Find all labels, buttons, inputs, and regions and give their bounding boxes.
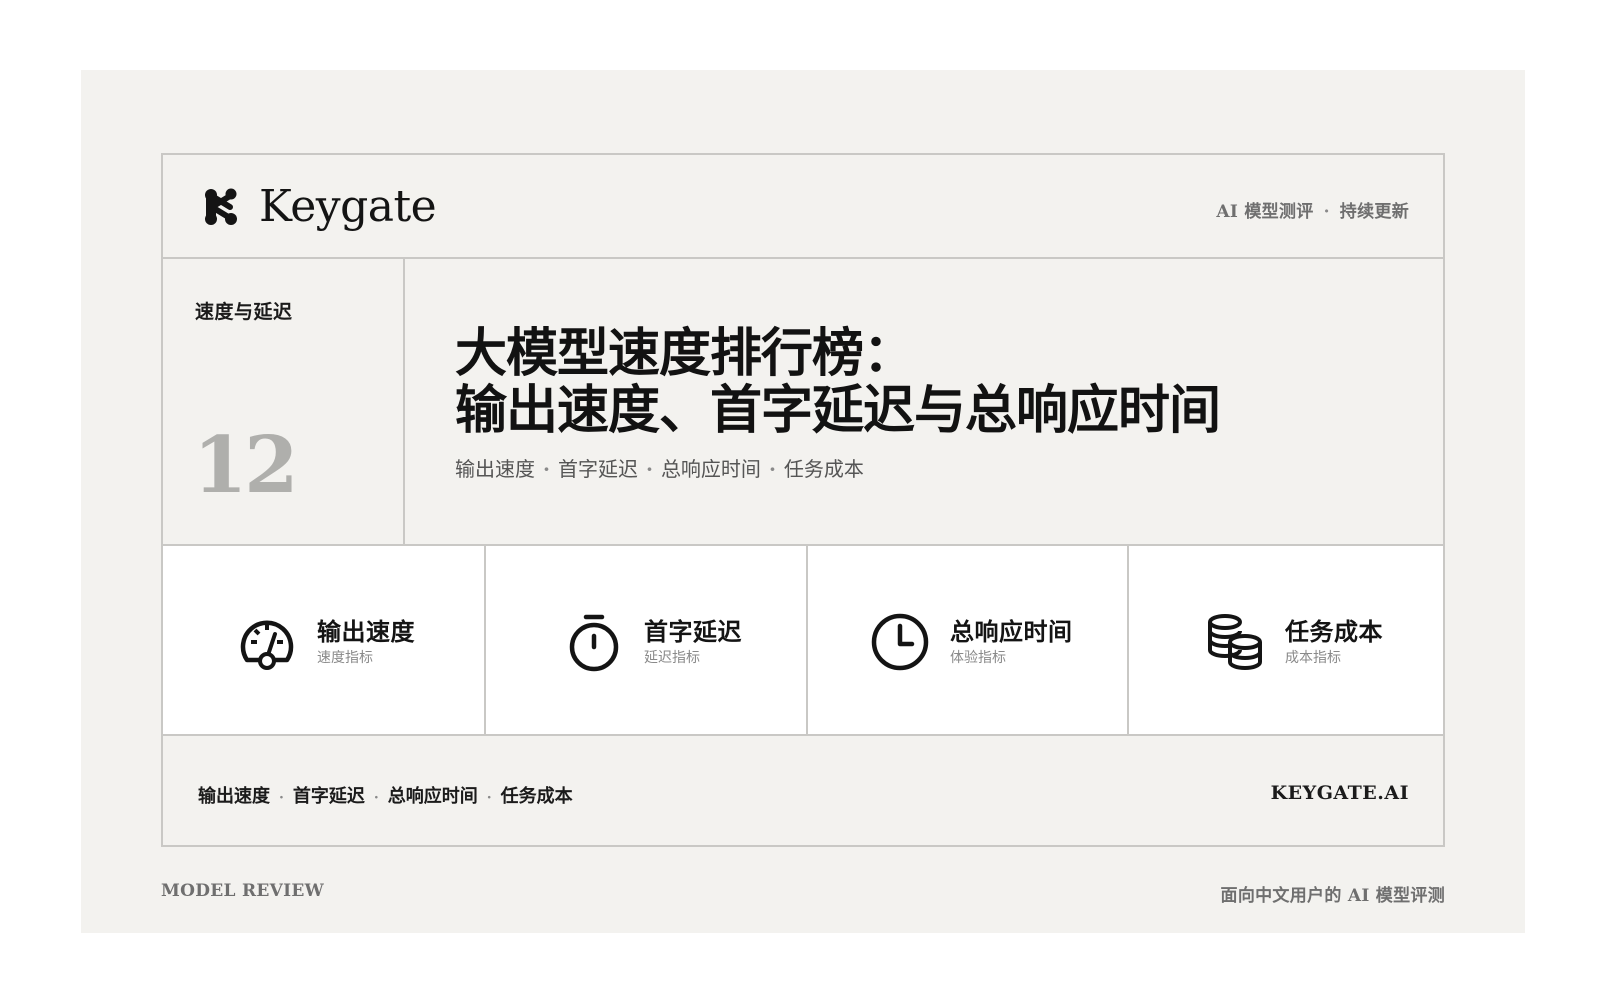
coins-icon	[1208, 614, 1262, 670]
speedometer-icon	[240, 620, 294, 670]
metric-title: 总响应时间	[950, 617, 1073, 646]
separator-dot: ·	[645, 457, 653, 481]
subtitle-item: 任务成本	[783, 457, 864, 481]
metric-card-output-speed[interactable]: 输出速度 速度指标	[163, 546, 486, 734]
section-index-panel: 速度与延迟 12	[163, 259, 405, 544]
poster-canvas: Keygate AI 模型测评 · 持续更新 速度与延迟 12 大模型速度排行榜： …	[81, 70, 1525, 933]
outer-footer-label: MODEL REVIEW	[161, 881, 325, 901]
separator-dot: ·	[543, 457, 550, 481]
page-title: 大模型速度排行榜： 输出速度、首字延迟与总响应时间	[455, 323, 1221, 441]
metric-subtitle: 体验指标	[950, 650, 1006, 666]
metric-subtitle: 成本指标	[1285, 650, 1341, 666]
title-line-1: 大模型速度排行榜：	[455, 323, 915, 384]
footer-tag: 输出速度	[198, 786, 270, 807]
content-card: Keygate AI 模型测评 · 持续更新 速度与延迟 12 大模型速度排行榜： …	[161, 153, 1445, 847]
section-number: 12	[193, 420, 299, 511]
separator-dot: ·	[1323, 202, 1330, 222]
subtitle-item: 总响应时间	[660, 457, 761, 481]
card-header: Keygate AI 模型测评 · 持续更新	[163, 155, 1443, 259]
subtitle-item: 首字延迟	[557, 457, 638, 481]
metric-title: 任务成本	[1285, 617, 1383, 646]
header-meta-item: AI 模型测评	[1216, 202, 1314, 222]
footer-tag: 首字延迟	[292, 786, 365, 807]
separator-dot: ·	[373, 790, 379, 806]
brand-name: Keygate	[259, 181, 437, 232]
metrics-row: 输出速度 速度指标 首字延迟 延迟指标 总响应时间 体验指标 任务成本 成本指标	[163, 546, 1443, 736]
site-link[interactable]: KEYGATE.AI	[1271, 782, 1409, 804]
outer-footer-tagline: 面向中文用户的 AI 模型评测	[1220, 886, 1445, 906]
header-meta: AI 模型测评 · 持续更新	[1216, 197, 1409, 222]
separator-dot: ·	[768, 457, 776, 481]
keygate-logo-icon	[205, 188, 237, 225]
footer-tag: 总响应时间	[387, 786, 478, 807]
separator-dot: ·	[279, 790, 284, 806]
metric-title: 输出速度	[317, 617, 415, 646]
stopwatch-icon	[569, 614, 619, 672]
hero-section: 速度与延迟 12 大模型速度排行榜： 输出速度、首字延迟与总响应时间 输出速度 ·…	[163, 259, 1443, 546]
hero-panel: 大模型速度排行榜： 输出速度、首字延迟与总响应时间 输出速度 · 首字延迟 · 总响应时…	[407, 259, 1443, 544]
metric-card-total-response-time[interactable]: 总响应时间 体验指标	[808, 546, 1129, 734]
section-tag: 速度与延迟	[195, 301, 293, 323]
metric-subtitle: 速度指标	[317, 650, 373, 666]
header-meta-item: 持续更新	[1339, 202, 1409, 222]
metric-card-task-cost[interactable]: 任务成本 成本指标	[1129, 546, 1443, 734]
title-line-2: 输出速度、首字延迟与总响应时间	[455, 380, 1221, 441]
clock-icon	[871, 613, 929, 671]
subtitle-item: 输出速度	[455, 457, 535, 481]
separator-dot: ·	[486, 790, 492, 806]
card-footer: 输出速度 · 首字延迟 · 总响应时间 · 任务成本 KEYGATE.AI	[163, 736, 1443, 845]
metric-subtitle: 延迟指标	[644, 650, 700, 666]
metric-title: 首字延迟	[644, 617, 742, 646]
hero-subtitle: 输出速度 · 首字延迟 · 总响应时间 · 任务成本	[455, 453, 864, 482]
metric-card-first-token-latency[interactable]: 首字延迟 延迟指标	[486, 546, 808, 734]
footer-tags: 输出速度 · 首字延迟 · 总响应时间 · 任务成本	[198, 782, 573, 808]
brand[interactable]: Keygate	[203, 181, 437, 232]
footer-tag: 任务成本	[500, 786, 573, 807]
